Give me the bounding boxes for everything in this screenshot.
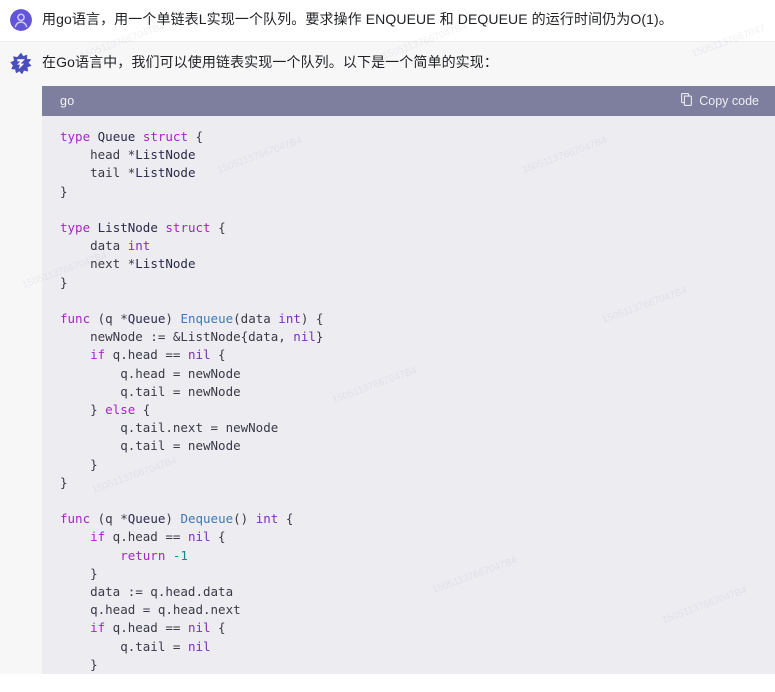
- user-person-icon: [10, 9, 32, 31]
- assistant-message-row: 在Go语言中，我们可以使用链表实现一个队列。以下是一个简单的实现： go Cop…: [0, 42, 775, 675]
- assistant-logo-icon: [10, 52, 32, 74]
- code-block-body: type Queue struct { head *ListNode tail …: [42, 116, 775, 675]
- code-block: go Copy code type Queue struct { head *L…: [42, 86, 775, 675]
- code-block-header: go Copy code: [42, 86, 775, 116]
- code-language-label: go: [60, 94, 75, 108]
- user-avatar-cell: [0, 7, 42, 31]
- chat-conversation: 用go语言，用一个单链表L实现一个队列。要求操作 ENQUEUE 和 DEQUE…: [0, 0, 775, 692]
- copy-code-button[interactable]: Copy code: [681, 93, 759, 109]
- user-message-text: 用go语言，用一个单链表L实现一个队列。要求操作 ENQUEUE 和 DEQUE…: [42, 11, 673, 27]
- copy-code-label: Copy code: [699, 94, 759, 108]
- assistant-message-body: 在Go语言中，我们可以使用链表实现一个队列。以下是一个简单的实现： go Cop…: [42, 50, 775, 675]
- user-message-body: 用go语言，用一个单链表L实现一个队列。要求操作 ENQUEUE 和 DEQUE…: [42, 7, 775, 30]
- copy-pages-icon: [681, 93, 693, 109]
- assistant-avatar-cell: [0, 50, 42, 74]
- user-message-row: 用go语言，用一个单链表L实现一个队列。要求操作 ENQUEUE 和 DEQUE…: [0, 0, 775, 42]
- code-content[interactable]: type Queue struct { head *ListNode tail …: [42, 128, 775, 674]
- assistant-message-text: 在Go语言中，我们可以使用链表实现一个队列。以下是一个简单的实现：: [42, 54, 498, 70]
